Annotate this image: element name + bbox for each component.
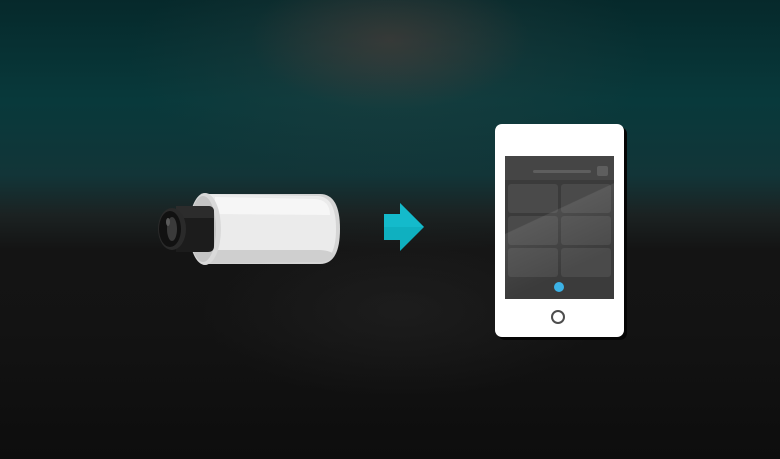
- camera-icon: [158, 193, 340, 265]
- scene-illustration: [158, 193, 424, 265]
- home-button-icon: [551, 310, 565, 324]
- arrow-right-icon: [384, 203, 424, 251]
- smartphone-icon: [495, 124, 624, 337]
- phone-screen: [505, 156, 614, 299]
- screen-glare: [505, 156, 614, 299]
- dot-indicator-icon: [554, 282, 564, 292]
